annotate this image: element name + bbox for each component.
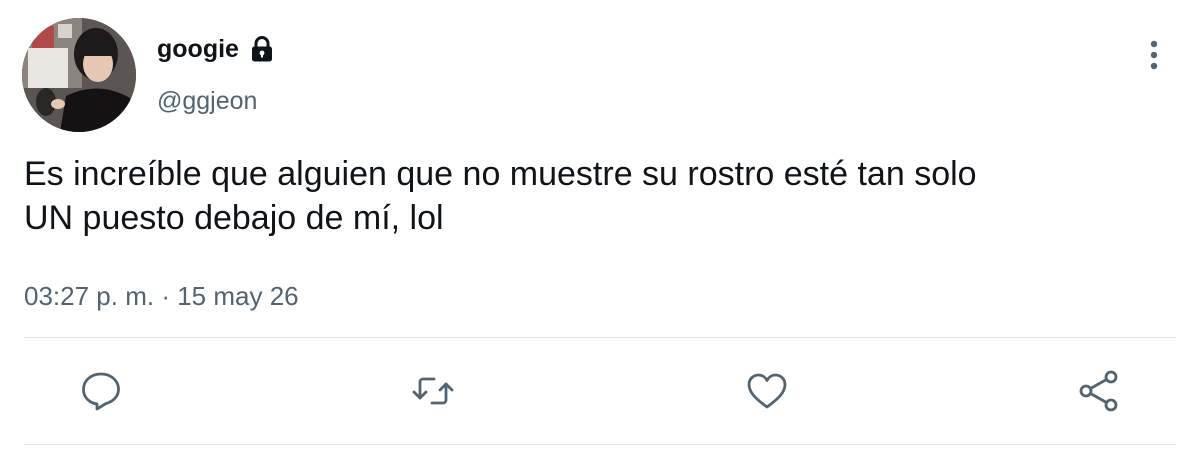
reply-button[interactable]	[78, 368, 124, 414]
reply-icon	[82, 372, 120, 411]
meta-separator: ·	[161, 281, 170, 311]
more-vertical-icon[interactable]	[1140, 36, 1168, 76]
lock-icon	[247, 34, 277, 64]
name-row: googie	[157, 34, 277, 64]
tweet-timestamp[interactable]: 03:27 p. m. · 15 may 26	[24, 280, 299, 312]
share-icon	[1079, 370, 1118, 412]
tweet-date: 15 may 26	[177, 281, 299, 311]
divider	[24, 337, 1176, 338]
retweet-icon	[412, 377, 454, 405]
tweet-card: googie @ggjeon Es increíble que alguien …	[0, 0, 1200, 458]
divider	[24, 444, 1176, 445]
heart-icon	[747, 373, 787, 409]
tweet-text: Es increíble que alguien que no muestre …	[24, 152, 1174, 240]
tweet-text-line-1: Es increíble que alguien que no muestre …	[24, 155, 977, 193]
avatar[interactable]	[22, 18, 136, 132]
display-name[interactable]: googie	[157, 34, 239, 64]
tweet-text-line-2: UN puesto debajo de mí, lol	[24, 199, 444, 237]
user-handle[interactable]: @ggjeon	[157, 86, 257, 116]
retweet-button[interactable]	[410, 368, 456, 414]
like-button[interactable]	[744, 368, 790, 414]
share-button[interactable]	[1076, 368, 1122, 414]
avatar-photo	[22, 18, 136, 132]
tweet-time: 03:27 p. m.	[24, 281, 155, 311]
